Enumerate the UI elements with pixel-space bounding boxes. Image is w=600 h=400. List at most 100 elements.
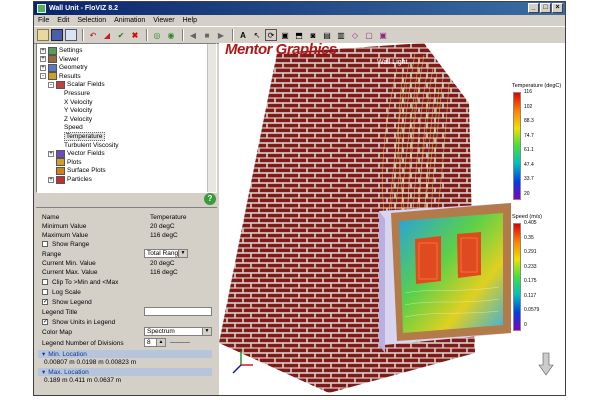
zoom-fit-icon[interactable]: ▢ xyxy=(363,29,375,41)
minimize-button[interactable]: _ xyxy=(528,3,539,13)
clip-checkbox[interactable]: Clip To >Min and <Max xyxy=(42,278,118,286)
legend-tick-label: 102 xyxy=(524,103,533,110)
settings-icon xyxy=(48,46,57,55)
tree-item-label: Scalar Fields xyxy=(67,81,105,89)
expand-icon[interactable]: + xyxy=(40,47,46,54)
undo-icon[interactable]: ↶ xyxy=(87,29,99,41)
pointer-icon[interactable]: ↖ xyxy=(251,29,263,41)
menu-file[interactable]: File xyxy=(38,17,49,24)
temperature-color-bar xyxy=(513,92,521,200)
legend-tick-label: 0.175 xyxy=(524,278,537,284)
expand-icon[interactable]: + xyxy=(40,56,46,63)
results-tree: + Settings + Viewer + Geometry - Results - Scalar… xyxy=(36,43,217,193)
menu-edit[interactable]: Edit xyxy=(57,17,69,24)
legend-tick-label: 47.4 xyxy=(524,161,534,168)
target-icon[interactable]: ◎ xyxy=(151,29,163,41)
show-range-checkbox[interactable]: Show Range xyxy=(42,240,89,248)
erase-icon[interactable]: ◢ xyxy=(101,29,113,41)
legend-tick-label: 0.291 xyxy=(524,249,537,255)
save-icon[interactable] xyxy=(51,29,63,41)
divisions-slider[interactable] xyxy=(170,342,190,343)
log-scale-checkbox[interactable]: Log Scale xyxy=(42,288,81,296)
temperature-legend-title: Temperature (degC) xyxy=(512,83,562,89)
range-select[interactable]: Total Range ▼ xyxy=(144,249,188,258)
window-title: Wall Unit - FloVIZ 8.2 xyxy=(49,5,118,12)
text-tool-icon[interactable]: A xyxy=(237,29,249,41)
help-icon[interactable]: ? xyxy=(204,193,216,205)
legend-tick-label: 0.35 xyxy=(524,234,534,241)
globe-icon[interactable]: ◉ xyxy=(165,29,177,41)
menu-bar: File Edit Selection Animation Viewer Help xyxy=(34,15,565,26)
title-bar[interactable]: Wall Unit - FloVIZ 8.2 _ □ × xyxy=(34,2,565,15)
toolbar: ↶ ◢ ✔ ✖ ◎ ◉ ◀ ■ ▶ A ↖ ⟳ ▣ ⬒ ◙ ▤ ▥ ◇ ▢ ▣ xyxy=(34,26,565,44)
play-back-icon[interactable]: ◀ xyxy=(187,29,199,41)
divisions-spinner[interactable]: 8 ▲ xyxy=(144,338,166,347)
wall-light-label: Wall Light xyxy=(377,59,408,66)
menu-viewer[interactable]: Viewer xyxy=(153,17,174,24)
maximize-button[interactable]: □ xyxy=(540,3,551,13)
checkmark-icon[interactable]: ✔ xyxy=(115,29,127,41)
prop-cur-min: Current Min. Value 20 degC xyxy=(42,259,175,267)
scalar-fields-icon xyxy=(56,80,65,89)
tree-item-label: Vector Fields xyxy=(67,150,105,158)
viewer-icon xyxy=(48,55,57,64)
tree-item-label: Settings xyxy=(59,47,83,54)
tree-item-label: Z Velocity xyxy=(64,115,93,123)
max-location-header[interactable]: ▾ Max. Location xyxy=(38,368,212,376)
tree-item-label: Surface Plots xyxy=(67,167,106,175)
tree-item-label: Speed xyxy=(64,124,83,132)
expand-icon[interactable]: + xyxy=(48,150,54,157)
menu-help[interactable]: Help xyxy=(183,17,197,24)
open-file-icon[interactable] xyxy=(37,29,49,41)
tree-item-label: X Velocity xyxy=(64,98,93,106)
tree-item-label: Particles xyxy=(67,176,92,183)
legend-tick-label: 0.117 xyxy=(524,292,537,299)
collapse-icon[interactable]: - xyxy=(48,81,54,88)
zoom-icon[interactable]: ▣ xyxy=(377,29,389,41)
mentor-graphics-logo: Mentor Graphics xyxy=(225,43,337,58)
expand-icon[interactable]: + xyxy=(48,176,54,183)
view-iso-icon[interactable]: ◇ xyxy=(349,29,361,41)
legend-tick-label: 0.405 xyxy=(524,220,537,226)
tree-item-label: Pressure xyxy=(64,90,91,97)
rotate-icon[interactable]: ⟳ xyxy=(265,29,277,41)
properties-panel: Name Temperature Minimum Value 20 degC Max… xyxy=(36,207,217,395)
temperature-contour xyxy=(399,213,503,333)
surface-plots-icon xyxy=(56,166,65,175)
close-button[interactable]: × xyxy=(552,3,563,13)
view-side-icon[interactable]: ▤ xyxy=(321,29,333,41)
down-arrow-icon[interactable] xyxy=(538,352,554,376)
view-front-icon[interactable]: ⬒ xyxy=(293,29,305,41)
min-location-value: 0.00807 m 0.0198 m 0.00823 m xyxy=(44,359,137,366)
expand-icon[interactable]: + xyxy=(40,64,46,71)
view-top-icon[interactable]: ▥ xyxy=(335,29,347,41)
app-window: Wall Unit - FloVIZ 8.2 _ □ × File Edit Sel… xyxy=(33,1,566,396)
tree-item[interactable]: + Particles xyxy=(48,175,92,184)
collapse-icon[interactable]: - xyxy=(40,73,46,80)
color-map-select[interactable]: Spectrum ▼ xyxy=(144,327,212,336)
tree-item-label: Turbulent Viscosity xyxy=(64,141,119,149)
cube-view-icon[interactable]: ▣ xyxy=(279,29,291,41)
menu-animation[interactable]: Animation xyxy=(114,17,145,24)
legend-tick-label: 33.7 xyxy=(524,176,534,182)
prop-name: Name Temperature xyxy=(42,213,187,221)
copy-icon[interactable] xyxy=(65,29,77,41)
delete-icon[interactable]: ✖ xyxy=(129,29,141,41)
show-legend-checkbox[interactable]: ✓ Show Legend xyxy=(42,298,92,306)
play-icon[interactable]: ▶ xyxy=(215,29,227,41)
legend-title-input[interactable] xyxy=(144,307,212,316)
legend-title-label: Legend Title xyxy=(42,308,78,316)
legend-tick-label: 0 xyxy=(524,321,527,328)
legend-tick-label: 61.1 xyxy=(524,147,534,153)
tree-item-label: Geometry xyxy=(59,64,88,72)
heat-source-right xyxy=(457,232,481,278)
divisions-label: Legend Number of Divisions xyxy=(42,339,124,347)
menu-selection[interactable]: Selection xyxy=(77,17,106,24)
show-units-checkbox[interactable]: ✓ Show Units in Legend xyxy=(42,318,115,326)
stop-icon[interactable]: ■ xyxy=(201,29,213,41)
3d-viewport[interactable]: Mentor Graphics Wall Light Temperature (… xyxy=(219,43,565,395)
prop-cur-max: Current Max. Value 116 degC xyxy=(42,268,178,276)
min-location-header[interactable]: ▾ Min. Location xyxy=(38,350,212,358)
camera-icon[interactable]: ◙ xyxy=(307,29,319,41)
tree-scrollbar[interactable] xyxy=(207,44,216,192)
